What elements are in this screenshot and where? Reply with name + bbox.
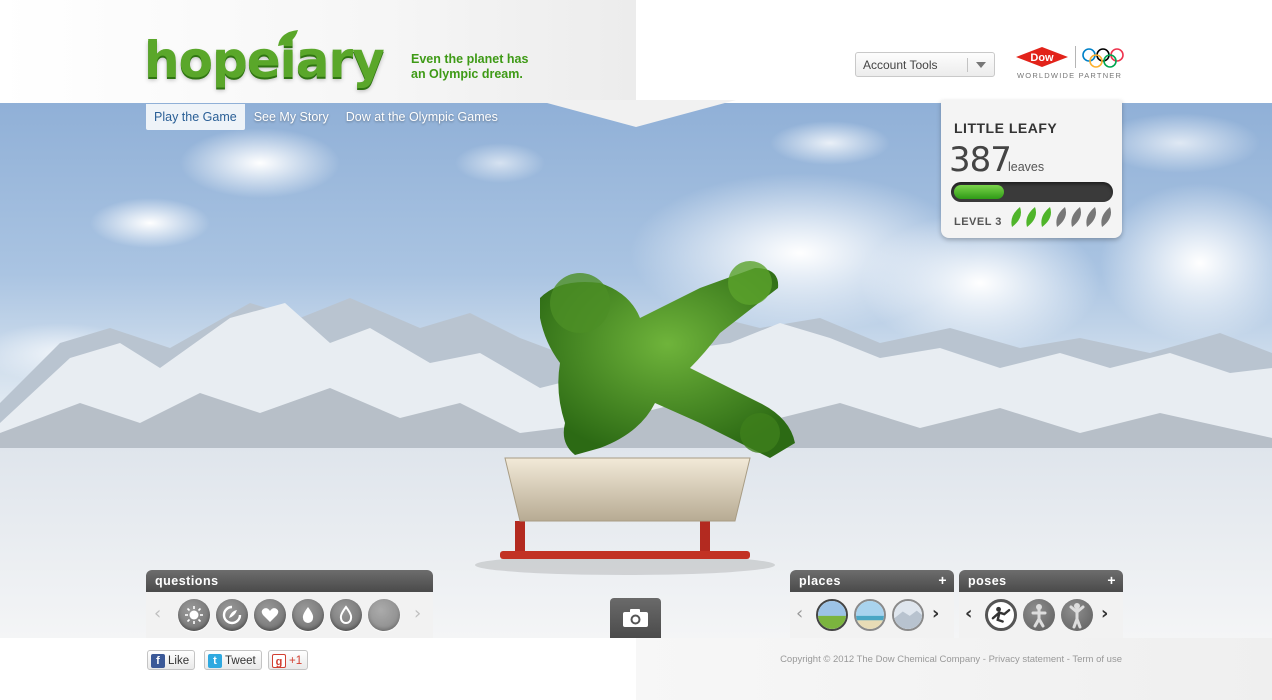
add-place-icon[interactable]: + xyxy=(938,572,947,588)
score-card: LITTLE LEAFY 387 leaves LEVEL 3 xyxy=(941,100,1122,238)
account-tools-label: Account Tools xyxy=(863,58,938,72)
add-pose-icon[interactable]: + xyxy=(1107,572,1116,588)
water-drop-icon[interactable] xyxy=(330,599,362,631)
snow-place[interactable] xyxy=(892,599,924,631)
level-leaves xyxy=(1009,206,1113,230)
leaf-count: 387 xyxy=(949,140,1012,180)
tagline-line-2: an Olympic dream. xyxy=(411,67,523,81)
hopeiary-logo[interactable]: hopeiary xyxy=(144,30,385,90)
sun-icon[interactable] xyxy=(178,599,210,631)
places-title: places + xyxy=(790,570,954,592)
places-body: ‹ › xyxy=(790,592,954,638)
footer-shade xyxy=(636,638,1272,700)
leaf-level-icon xyxy=(1011,207,1021,227)
progress-fill xyxy=(954,185,1004,199)
chevron-right-icon[interactable]: › xyxy=(932,605,939,623)
water-drop-icon[interactable] xyxy=(292,599,324,631)
leaf-level-icon xyxy=(1071,207,1081,227)
google-plus-button[interactable]: g +1 xyxy=(268,650,309,670)
main-nav: Play the Game See My Story Dow at the Ol… xyxy=(146,104,507,130)
chevron-right-icon[interactable]: › xyxy=(1101,605,1108,623)
nav-see-my-story[interactable]: See My Story xyxy=(246,104,337,130)
olympic-rings-icon xyxy=(1082,48,1124,68)
questions-title: questions xyxy=(146,570,433,592)
partner-text: WORLDWIDE PARTNER xyxy=(1017,71,1123,80)
chevron-down-icon xyxy=(976,62,986,68)
pose-1[interactable] xyxy=(985,599,1017,631)
leaf-level-icon xyxy=(1056,207,1066,227)
facebook-icon: f xyxy=(151,654,165,668)
questions-panel: questions ‹ › xyxy=(146,570,433,638)
leaf-level-icon xyxy=(1101,207,1111,227)
dow-brand-text: Dow xyxy=(1030,52,1054,64)
grassland-place[interactable] xyxy=(816,599,848,631)
account-tools-dropdown[interactable]: Account Tools xyxy=(855,52,995,77)
leaf-level-icon xyxy=(1086,207,1096,227)
plant-name: LITTLE LEAFY xyxy=(954,120,1058,136)
copyright-text: Copyright © 2012 The Dow Chemical Compan… xyxy=(780,654,1122,665)
nav-play-the-game[interactable]: Play the Game xyxy=(146,104,245,130)
poses-panel: poses + ‹ › xyxy=(959,570,1123,638)
heart-icon[interactable] xyxy=(254,599,286,631)
leaf-icon xyxy=(278,30,298,46)
beach-place[interactable] xyxy=(854,599,886,631)
dow-partner-logo[interactable]: Dow WORLDWIDE PARTNER xyxy=(1015,46,1127,84)
dropdown-divider xyxy=(967,58,968,72)
tweet-label: Tweet xyxy=(225,655,256,667)
partner-divider xyxy=(1075,46,1076,68)
tagline-line-1: Even the planet has xyxy=(411,52,529,66)
dow-diamond-icon: Dow xyxy=(1016,47,1068,67)
recycle-icon[interactable] xyxy=(216,599,248,631)
pose-2[interactable] xyxy=(1023,599,1055,631)
leaf-unit: leaves xyxy=(1008,160,1045,174)
camera-button[interactable] xyxy=(610,598,661,638)
places-panel: places + ‹ › xyxy=(790,570,954,638)
tweet-button[interactable]: t Tweet xyxy=(204,650,262,670)
pose-3[interactable] xyxy=(1061,599,1093,631)
gplus-label: +1 xyxy=(289,655,303,667)
leaf-level-icon xyxy=(1026,207,1036,227)
poses-title-text: poses xyxy=(968,574,1007,588)
leaf-level-icon xyxy=(1041,207,1051,227)
chevron-left-icon[interactable]: ‹ xyxy=(154,605,161,623)
level-label: LEVEL 3 xyxy=(954,216,1002,228)
questions-body: ‹ › xyxy=(146,592,433,638)
poses-title: poses + xyxy=(959,570,1123,592)
progress-bar xyxy=(951,182,1113,202)
chevron-left-icon[interactable]: ‹ xyxy=(965,605,972,623)
disabled-icon[interactable] xyxy=(368,599,400,631)
camera-icon xyxy=(623,609,648,627)
site-header: hopeiary Even the planet has an Olympic … xyxy=(0,0,1272,103)
like-label: Like xyxy=(168,655,190,667)
site-footer: f Like t Tweet g +1 Copyright © 2012 The… xyxy=(0,638,1272,700)
poses-body: ‹ › xyxy=(959,592,1123,638)
chevron-left-icon[interactable]: ‹ xyxy=(796,605,803,623)
nav-dow-at-olympics[interactable]: Dow at the Olympic Games xyxy=(338,104,506,130)
header-notch xyxy=(536,100,736,127)
google-plus-icon: g xyxy=(272,654,286,668)
facebook-like-button[interactable]: f Like xyxy=(147,650,196,670)
twitter-icon: t xyxy=(208,654,222,668)
chevron-right-icon[interactable]: › xyxy=(414,605,421,623)
places-title-text: places xyxy=(799,574,841,588)
tagline: Even the planet has an Olympic dream. xyxy=(411,52,551,82)
